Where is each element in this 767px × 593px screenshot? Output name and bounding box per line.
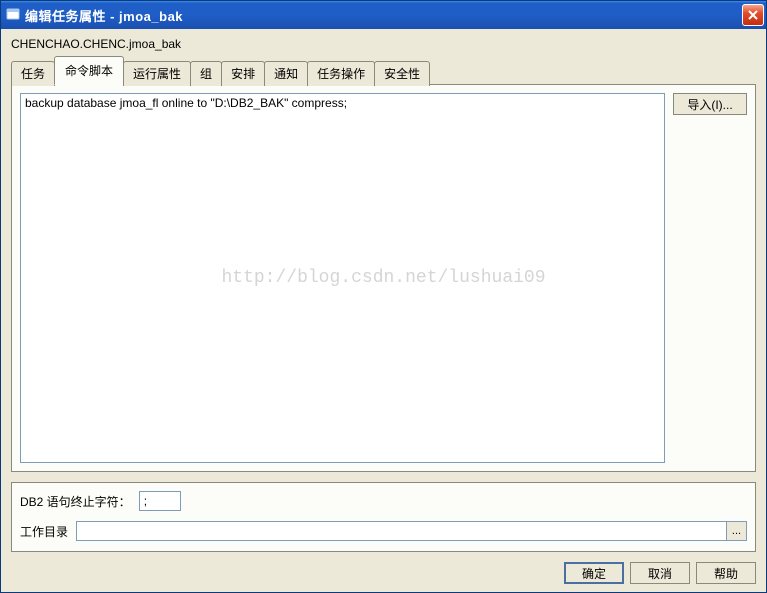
workdir-label: 工作目录 — [20, 523, 68, 540]
tab-region: 任务 命令脚本 运行属性 组 安排 通知 任务操作 安全性 http://blo… — [1, 61, 766, 472]
tab-run-props[interactable]: 运行属性 — [123, 61, 191, 86]
workdir-row: 工作目录 ... — [20, 521, 747, 541]
tab-task-ops[interactable]: 任务操作 — [307, 61, 375, 86]
dialog-button-row: 确定 取消 帮助 — [1, 558, 766, 592]
terminator-row: DB2 语句终止字符： — [20, 491, 747, 511]
titlebar: 编辑任务属性 - jmoa_bak — [1, 1, 766, 29]
tab-group[interactable]: 组 — [190, 61, 222, 86]
tab-notify[interactable]: 通知 — [264, 61, 308, 86]
tab-security[interactable]: 安全性 — [374, 61, 430, 86]
close-button[interactable] — [742, 4, 764, 26]
terminator-input[interactable] — [139, 491, 181, 511]
tab-page-script: http://blog.csdn.net/lushuai09 导入(I)... — [11, 84, 756, 472]
script-textarea[interactable] — [20, 93, 665, 463]
lower-fields-group: DB2 语句终止字符： 工作目录 ... — [11, 482, 756, 552]
app-icon — [5, 7, 21, 23]
help-button[interactable]: 帮助 — [696, 562, 756, 584]
tab-schedule[interactable]: 安排 — [221, 61, 265, 86]
browse-button[interactable]: ... — [727, 521, 747, 541]
workdir-input[interactable] — [76, 521, 727, 541]
cancel-button[interactable]: 取消 — [630, 562, 690, 584]
client-area: CHENCHAO.CHENC.jmoa_bak 任务 命令脚本 运行属性 组 安… — [1, 29, 766, 592]
import-button[interactable]: 导入(I)... — [673, 93, 747, 115]
tabstrip: 任务 命令脚本 运行属性 组 安排 通知 任务操作 安全性 — [11, 61, 756, 85]
script-row: 导入(I)... — [20, 93, 747, 463]
ok-button[interactable]: 确定 — [564, 562, 624, 584]
window-title: 编辑任务属性 - jmoa_bak — [25, 6, 742, 25]
window-root: 编辑任务属性 - jmoa_bak CHENCHAO.CHENC.jmoa_ba… — [0, 0, 767, 593]
tab-task[interactable]: 任务 — [11, 61, 55, 86]
tab-command-script[interactable]: 命令脚本 — [54, 56, 124, 85]
terminator-label: DB2 语句终止字符： — [20, 493, 131, 510]
